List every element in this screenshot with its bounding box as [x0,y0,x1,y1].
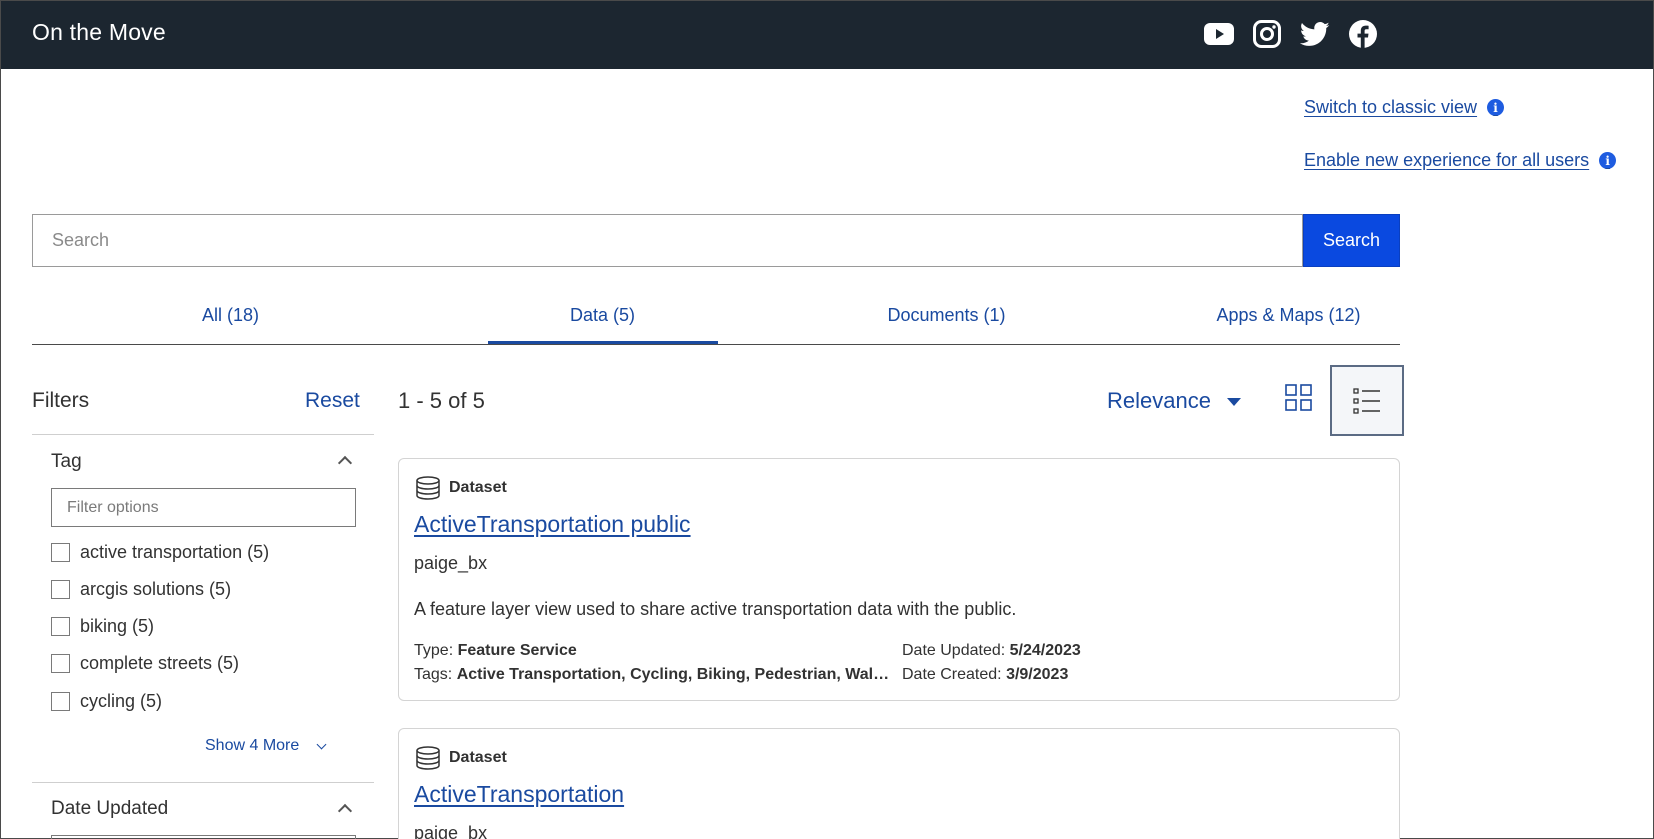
reset-filters-link[interactable]: Reset [305,389,360,413]
item-type: Dataset [415,746,507,770]
site-header: On the Move [1,1,1653,69]
item-owner: paige_bx [414,823,488,839]
enable-new-experience-label: Enable new experience for all users [1304,150,1590,170]
meta-label: Date Created: [902,666,1002,683]
divider [32,434,374,435]
divider [32,782,374,783]
results-tabs: All (18) Data (5) Documents (1) Apps & M… [32,297,1400,345]
item-type-label: Dataset [449,479,507,496]
meta-label: Tags: [414,666,453,683]
checkbox[interactable] [51,617,70,636]
database-icon [416,476,440,500]
result-card: Dataset ActiveTransportation paige_bx [398,728,1400,839]
item-owner: paige_bx [414,553,488,573]
show-more-button[interactable]: Show 4 More [205,737,327,755]
item-title-link[interactable]: ActiveTransportation public [414,511,691,538]
active-tab-indicator [488,341,718,344]
info-icon[interactable]: i [1487,99,1505,116]
meta-value: 3/9/2023 [1006,666,1069,683]
result-count: 1 - 5 of 5 [398,388,485,413]
checkbox[interactable] [51,654,70,673]
tag-option-arcgis-solutions[interactable]: arcgis solutions (5) [51,579,231,600]
tab-data[interactable]: Data (5) [429,305,776,326]
item-date-created: Date Created: 3/9/2023 [902,666,1068,684]
item-title-link[interactable]: ActiveTransportation [414,781,624,808]
item-type: Dataset [415,476,507,500]
tag-option-complete-streets[interactable]: complete streets (5) [51,653,239,674]
meta-value: Feature Service [457,642,577,659]
twitter-icon[interactable] [1297,16,1333,52]
meta-value: Active Transportation, Cycling, Biking, … [456,666,890,683]
tag-option-cycling[interactable]: cycling (5) [51,691,162,712]
tab-apps-maps[interactable]: Apps & Maps (12) [1117,305,1460,326]
tab-all[interactable]: All (18) [32,305,429,326]
item-tags-meta: Tags: Active Transportation, Cycling, Bi… [414,666,889,684]
date-updated-facet-title[interactable]: Date Updated [51,798,168,820]
facebook-icon[interactable] [1345,16,1381,52]
chevron-up-icon[interactable] [337,455,353,471]
caret-down-icon [1226,398,1241,406]
meta-label: Date Updated: [902,642,1006,659]
tag-option-label: active transportation (5) [80,542,270,562]
meta-value: 5/24/2023 [1009,642,1081,659]
item-description: A feature layer view used to share activ… [414,599,1017,619]
checkbox[interactable] [51,692,70,711]
enable-new-experience-link[interactable]: Enable new experience for all users i [1304,150,1617,171]
tag-facet-title[interactable]: Tag [51,451,82,473]
checkbox[interactable] [51,580,70,599]
instagram-icon[interactable] [1249,16,1285,52]
item-date-updated: Date Updated: 5/24/2023 [902,642,1081,660]
tag-option-label: complete streets (5) [80,653,240,673]
grid-view-button[interactable] [1285,384,1313,412]
checkbox[interactable] [51,543,70,562]
search-input[interactable] [32,214,1303,267]
item-type-label: Dataset [449,749,507,766]
tag-option-biking[interactable]: biking (5) [51,616,154,637]
tag-option-label: arcgis solutions (5) [80,579,232,599]
switch-classic-view-label: Switch to classic view [1304,97,1478,117]
date-range-input[interactable] [51,835,356,839]
sort-dropdown[interactable]: Relevance [1107,388,1241,414]
list-view-button[interactable] [1330,365,1404,436]
grid-icon [1285,384,1312,411]
youtube-icon[interactable] [1201,16,1237,52]
info-icon[interactable]: i [1599,152,1617,169]
search-button[interactable]: Search [1303,214,1400,267]
switch-classic-view-link[interactable]: Switch to classic view i [1304,97,1505,118]
tag-option-label: biking (5) [80,616,155,636]
tag-filter-input[interactable] [51,488,356,527]
tab-documents[interactable]: Documents (1) [776,305,1117,326]
item-type-meta: Type: Feature Service [414,642,577,660]
result-card: Dataset ActiveTransportation public paig… [398,458,1400,701]
chevron-down-icon [316,739,327,749]
tag-option-label: cycling (5) [80,691,163,711]
filters-title: Filters [32,389,90,412]
site-title[interactable]: On the Move [32,19,166,46]
database-icon [416,746,440,770]
meta-label: Type: [414,642,454,659]
sort-label: Relevance [1107,388,1211,413]
chevron-up-icon[interactable] [337,803,353,819]
list-icon [1353,387,1380,414]
show-more-label: Show 4 More [205,737,300,754]
tag-option-active-transportation[interactable]: active transportation (5) [51,542,269,563]
